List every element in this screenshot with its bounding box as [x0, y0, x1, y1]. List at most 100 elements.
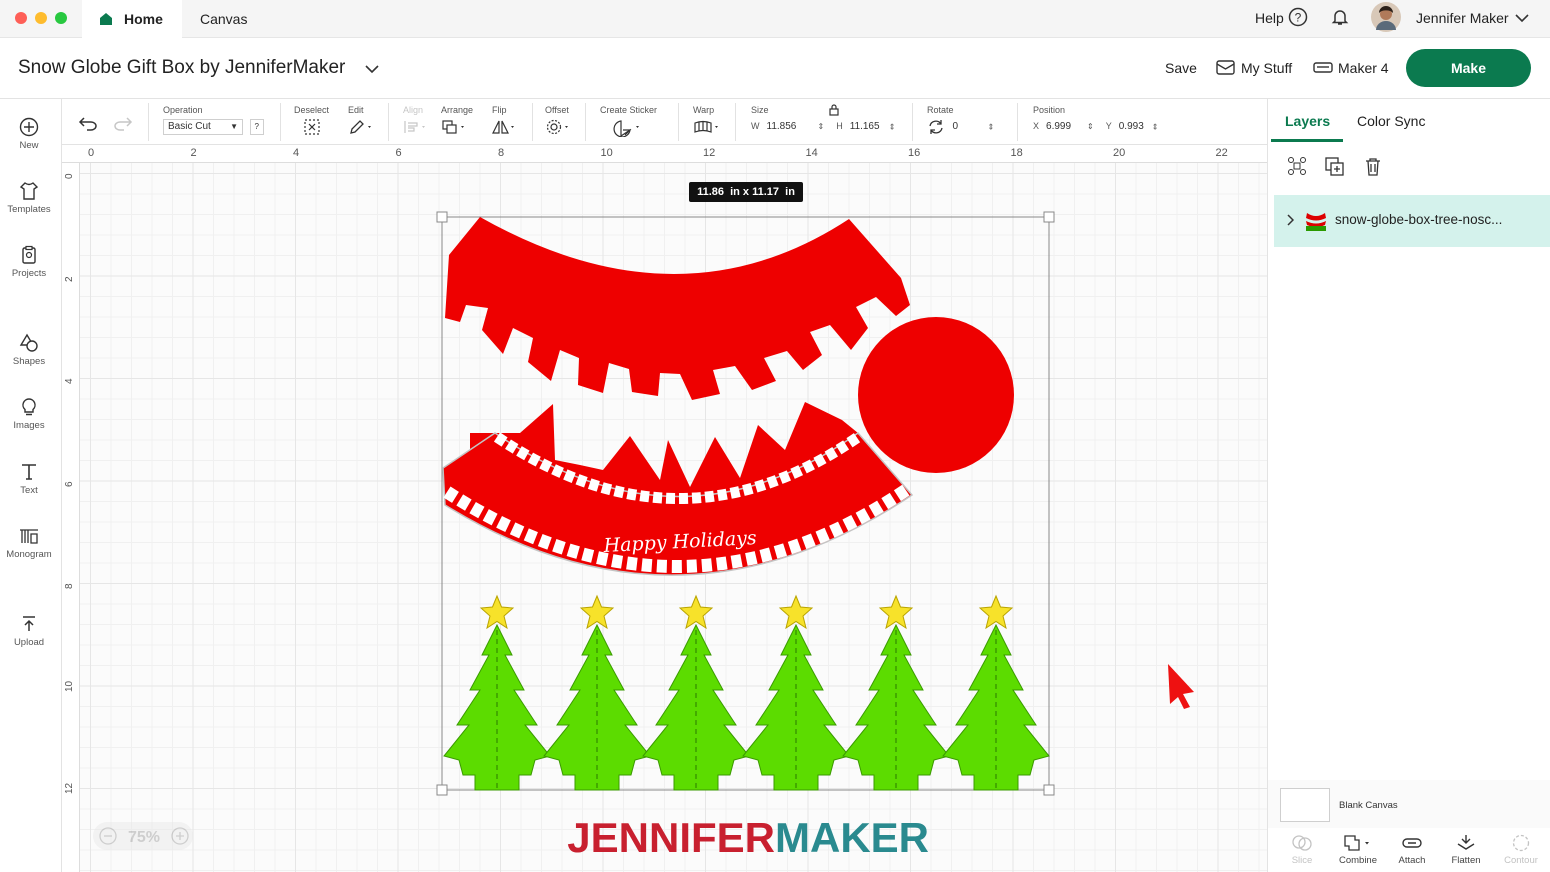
create-sticker-group[interactable]: Create Sticker — [600, 105, 657, 139]
chevron-right-icon[interactable] — [1286, 214, 1294, 226]
ruler-tick-label: 0 — [64, 173, 75, 179]
combine-button[interactable]: Combine — [1331, 834, 1385, 866]
my-stuff-button[interactable]: My Stuff — [1241, 60, 1292, 76]
flatten-button[interactable]: Flatten — [1439, 834, 1493, 866]
minimize-window-button[interactable] — [35, 12, 47, 24]
layer-item[interactable]: snow-globe-box-tree-nosc... — [1274, 195, 1550, 247]
projects-label: Projects — [11, 268, 47, 279]
redo-icon[interactable] — [113, 115, 133, 131]
selection-handle — [1043, 784, 1055, 796]
offset-icon — [546, 119, 568, 135]
ruler-tick-label: 12 — [64, 782, 75, 794]
ruler-tick-label: 0 — [88, 147, 95, 159]
arrange-group[interactable]: Arrange — [441, 105, 473, 137]
x-input[interactable]: 6.999 — [1045, 119, 1086, 135]
lightbulb-icon — [22, 398, 36, 416]
tab-canvas[interactable]: Canvas — [182, 0, 265, 38]
operation-help-button[interactable]: ? — [249, 119, 264, 135]
design-artwork[interactable]: Happy Holidays JENNIFER MAKER 75% — [80, 163, 1267, 872]
slice-icon — [1292, 835, 1312, 851]
tab-home[interactable]: Home — [82, 0, 182, 38]
x-stepper[interactable]: ⇕ — [1087, 122, 1094, 131]
y-stepper[interactable]: ⇕ — [1152, 122, 1159, 131]
plus-circle-icon — [19, 117, 39, 137]
group-icon[interactable] — [1287, 156, 1307, 176]
selection-handle — [436, 784, 448, 796]
ruler-tick-label: 10 — [64, 680, 75, 692]
sticker-icon — [612, 120, 639, 138]
chevron-down-icon[interactable] — [365, 64, 379, 74]
rotate-icon[interactable] — [927, 119, 945, 135]
undo-icon[interactable] — [78, 115, 98, 131]
project-title[interactable]: Snow Globe Gift Box by JenniferMaker — [18, 57, 345, 79]
save-button[interactable]: Save — [1165, 60, 1197, 76]
flatten-label: Flatten — [1451, 855, 1481, 866]
images-button[interactable]: Images — [0, 397, 58, 431]
height-stepper[interactable]: ⇕ — [889, 122, 896, 131]
operation-group: Operation Basic Cut ▼ ? — [163, 105, 264, 135]
shapes-button[interactable]: Shapes — [0, 333, 58, 367]
slice-button[interactable]: Slice — [1275, 834, 1329, 866]
help-link[interactable]: Help — [1255, 10, 1284, 26]
notifications-bell-icon[interactable] — [1330, 7, 1350, 27]
offset-group[interactable]: Offset — [545, 105, 573, 137]
monogram-button[interactable]: Monogram — [0, 526, 58, 560]
help-icon[interactable]: ? — [1288, 7, 1308, 27]
text-label: Text — [20, 485, 38, 496]
x-label: X — [1033, 121, 1040, 132]
layer-name: snow-globe-box-tree-nosc... — [1335, 212, 1503, 227]
width-value: 11.856 — [766, 121, 797, 132]
tab-color-sync[interactable]: Color Sync — [1357, 113, 1425, 129]
attach-button[interactable]: Attach — [1385, 834, 1439, 866]
close-window-button[interactable] — [15, 12, 27, 24]
width-input[interactable]: 11.856 — [765, 119, 816, 135]
monogram-icon — [20, 529, 38, 544]
avatar[interactable] — [1371, 2, 1401, 32]
height-value: 11.165 — [849, 121, 880, 132]
warp-group[interactable]: Warp — [693, 105, 723, 137]
tab-layers[interactable]: Layers — [1285, 113, 1330, 129]
maximize-window-button[interactable] — [55, 12, 67, 24]
lid-circle — [858, 317, 1014, 473]
rotate-input[interactable]: 0 — [947, 119, 988, 135]
arrange-label: Arrange — [441, 105, 474, 115]
home-icon — [100, 13, 112, 25]
ruler-tick-label: 4 — [293, 147, 300, 159]
height-input[interactable]: 11.165 — [848, 119, 889, 135]
upload-button[interactable]: Upload — [0, 614, 58, 648]
text-t-icon — [22, 464, 36, 480]
zoom-control: 75% — [93, 822, 193, 850]
flip-group[interactable]: Flip — [492, 105, 520, 137]
edit-group[interactable]: Edit — [348, 105, 374, 137]
operation-select[interactable]: Basic Cut ▼ — [163, 119, 243, 135]
star — [978, 594, 1014, 630]
lock-icon[interactable] — [829, 104, 839, 116]
contour-button[interactable]: Contour — [1494, 834, 1548, 866]
width-stepper[interactable]: ⇕ — [818, 122, 825, 131]
clipboard-icon — [22, 245, 36, 264]
rotate-group: Rotate 0 ⇕ — [927, 105, 994, 135]
flip-icon — [492, 120, 514, 134]
projects-button[interactable]: Projects — [0, 245, 58, 279]
combine-icon — [1344, 835, 1369, 851]
y-input[interactable]: 0.993 — [1117, 119, 1152, 135]
design-canvas[interactable]: 11.86 in x 11.17 in Happy Holidays JENNI… — [80, 163, 1267, 872]
shapes-icon — [19, 333, 38, 352]
make-button[interactable]: Make — [1406, 49, 1531, 87]
templates-button[interactable]: Templates — [0, 181, 58, 215]
machine-selector[interactable]: Maker 4 — [1338, 60, 1389, 76]
user-name[interactable]: Jennifer Maker — [1416, 10, 1509, 26]
slice-label: Slice — [1291, 855, 1313, 866]
rotate-label: Rotate — [927, 105, 954, 115]
trash-icon[interactable] — [1364, 157, 1382, 177]
flatten-icon — [1457, 835, 1475, 850]
new-button[interactable]: New — [0, 117, 58, 151]
rotate-stepper[interactable]: ⇕ — [988, 122, 995, 131]
ruler-tick-label: 18 — [1010, 147, 1023, 159]
height-label: H — [836, 121, 843, 132]
chevron-down-icon[interactable] — [1515, 13, 1529, 23]
duplicate-icon[interactable] — [1325, 157, 1345, 177]
text-button[interactable]: Text — [0, 462, 58, 496]
deselect-group[interactable]: Deselect — [294, 105, 329, 137]
blank-canvas-row[interactable]: Blank Canvas — [1268, 780, 1550, 828]
